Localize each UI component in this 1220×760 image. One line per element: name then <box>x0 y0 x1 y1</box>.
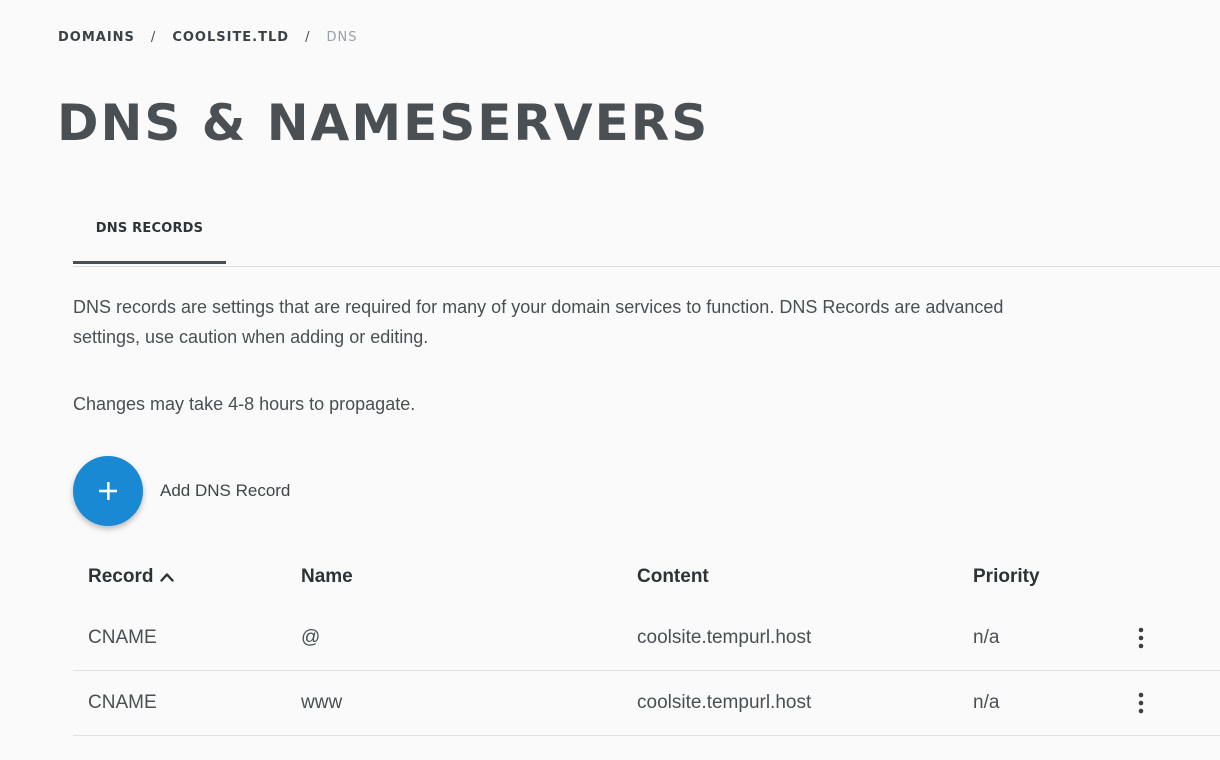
cell-priority: n/a <box>973 627 1000 648</box>
column-header-record[interactable]: Record <box>88 566 175 588</box>
breadcrumb-separator: / <box>305 30 311 45</box>
add-dns-record-button[interactable] <box>73 456 143 526</box>
propagation-note: Changes may take 4-8 hours to propagate. <box>73 394 416 414</box>
more-vertical-icon[interactable] <box>1131 623 1151 653</box>
add-dns-record[interactable]: Add DNS Record <box>73 456 290 526</box>
dns-records-table: Record Name Content Priority CNAME @ coo… <box>73 550 1220 736</box>
dns-description: DNS records are settings that are requir… <box>73 297 1004 347</box>
page-title: DNS & NAMESERVERS <box>57 94 710 152</box>
breadcrumb: DOMAINS / COOLSITE.TLD / DNS <box>58 30 357 45</box>
plus-icon <box>99 482 117 500</box>
table-header: Record Name Content Priority <box>73 550 1220 606</box>
cell-content: coolsite.tempurl.host <box>637 692 812 713</box>
table-row: CNAME @ coolsite.tempurl.host n/a <box>73 606 1220 671</box>
chevron-up-icon[interactable] <box>160 572 175 582</box>
table-row: CNAME www coolsite.tempurl.host n/a <box>73 671 1220 736</box>
tab-bar: DNS RECORDS <box>73 196 1220 267</box>
page: DOMAINS / COOLSITE.TLD / DNS DNS & NAMES… <box>0 0 1220 760</box>
cell-priority: n/a <box>973 692 1000 713</box>
cell-record: CNAME <box>88 692 157 713</box>
breadcrumb-coolsite[interactable]: COOLSITE.TLD <box>172 30 289 45</box>
add-dns-record-label[interactable]: Add DNS Record <box>160 481 290 501</box>
cell-name: www <box>301 692 343 713</box>
breadcrumb-domains[interactable]: DOMAINS <box>58 30 135 45</box>
cell-record: CNAME <box>88 627 157 648</box>
cell-name: @ <box>301 627 321 648</box>
column-header-name: Name <box>301 566 353 587</box>
column-header-record-label: Record <box>88 566 154 587</box>
breadcrumb-separator: / <box>150 30 157 45</box>
breadcrumb-current: DNS <box>326 30 358 45</box>
column-header-priority: Priority <box>973 566 1040 587</box>
tab-dns-records[interactable]: DNS RECORDS <box>73 196 226 264</box>
more-vertical-icon[interactable] <box>1131 688 1151 718</box>
cell-content: coolsite.tempurl.host <box>637 627 812 648</box>
column-header-content: Content <box>637 566 709 587</box>
